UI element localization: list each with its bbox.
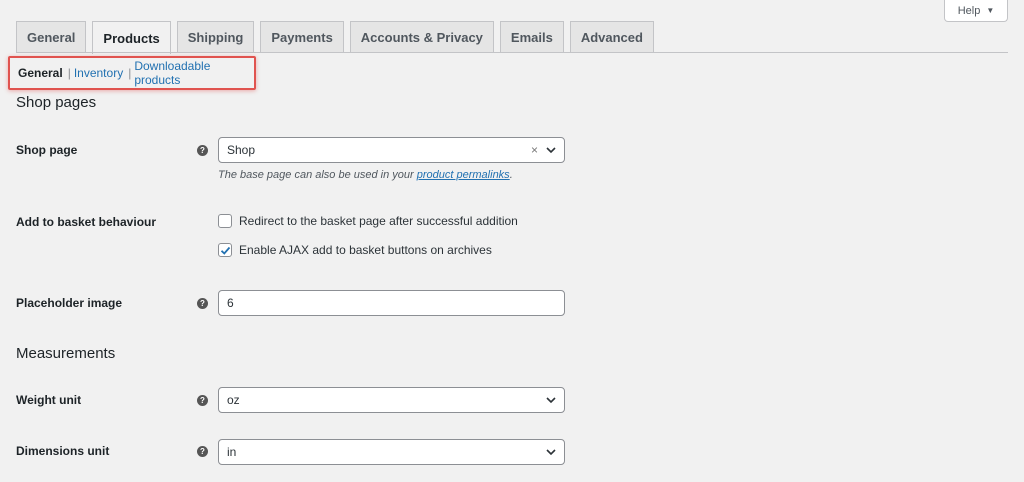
product-permalinks-link[interactable]: product permalinks (417, 169, 510, 181)
desc-text: The base page can also be used in your (218, 169, 417, 181)
tab-payments[interactable]: Payments (260, 21, 344, 53)
chevron-down-icon (546, 147, 556, 154)
subnav-separator: | (67, 66, 71, 80)
clear-icon[interactable]: × (531, 143, 538, 157)
help-tip-icon: ? (197, 395, 208, 406)
label-weight-unit: Weight unit (16, 393, 82, 407)
label-shop-page: Shop page (16, 143, 78, 157)
help-label: Help (957, 4, 981, 17)
placeholder-image-input[interactable] (218, 290, 565, 316)
tab-products[interactable]: Products (92, 21, 171, 54)
dimensions-unit-value: in (227, 445, 237, 459)
help-button[interactable]: Help ▼ (944, 0, 1008, 22)
shop-page-value: Shop (227, 143, 256, 157)
redirect-checkbox[interactable] (218, 214, 232, 228)
chevron-down-icon (546, 397, 556, 404)
chevron-down-icon (546, 449, 556, 456)
caret-down-icon: ▼ (986, 6, 995, 15)
subnav-link-downloadable[interactable]: Downloadable products (134, 59, 254, 87)
subnav-separator: | (128, 66, 132, 80)
tabs-divider (16, 52, 1008, 53)
checkmark-icon (220, 246, 230, 255)
checkbox-row-ajax: Enable AJAX add to basket buttons on arc… (218, 243, 492, 257)
label-add-to-basket: Add to basket behaviour (16, 215, 157, 229)
help-tip-icon: ? (197, 298, 208, 309)
ajax-checkbox-label[interactable]: Enable AJAX add to basket buttons on arc… (239, 243, 492, 257)
products-subnav: General | Inventory | Downloadable produ… (8, 56, 256, 90)
section-title-shop-pages: Shop pages (16, 94, 97, 111)
weight-unit-value: oz (227, 393, 240, 407)
weight-unit-select[interactable]: oz (218, 387, 565, 413)
subnav-current-general: General (18, 66, 63, 80)
help-tip-icon: ? (197, 446, 208, 457)
shop-page-select[interactable]: Shop × (218, 137, 565, 163)
tab-shipping[interactable]: Shipping (176, 21, 255, 53)
section-title-measurements: Measurements (16, 345, 116, 362)
label-dimensions-unit: Dimensions unit (16, 444, 110, 458)
subnav-link-inventory[interactable]: Inventory (74, 66, 123, 80)
tab-advanced[interactable]: Advanced (569, 21, 654, 53)
help-tip-icon: ? (197, 145, 208, 156)
tab-general[interactable]: General (16, 21, 87, 53)
settings-tabs: General Products Shipping Payments Accou… (16, 21, 654, 54)
shop-page-description: The base page can also be used in your p… (218, 169, 513, 181)
checkbox-row-redirect: Redirect to the basket page after succes… (218, 214, 518, 228)
tab-emails[interactable]: Emails (499, 21, 564, 53)
redirect-checkbox-label[interactable]: Redirect to the basket page after succes… (239, 214, 518, 228)
desc-end: . (509, 169, 513, 181)
tab-accounts-privacy[interactable]: Accounts & Privacy (349, 21, 494, 53)
label-placeholder-image: Placeholder image (16, 296, 123, 310)
ajax-checkbox[interactable] (218, 243, 232, 257)
dimensions-unit-select[interactable]: in (218, 439, 565, 465)
